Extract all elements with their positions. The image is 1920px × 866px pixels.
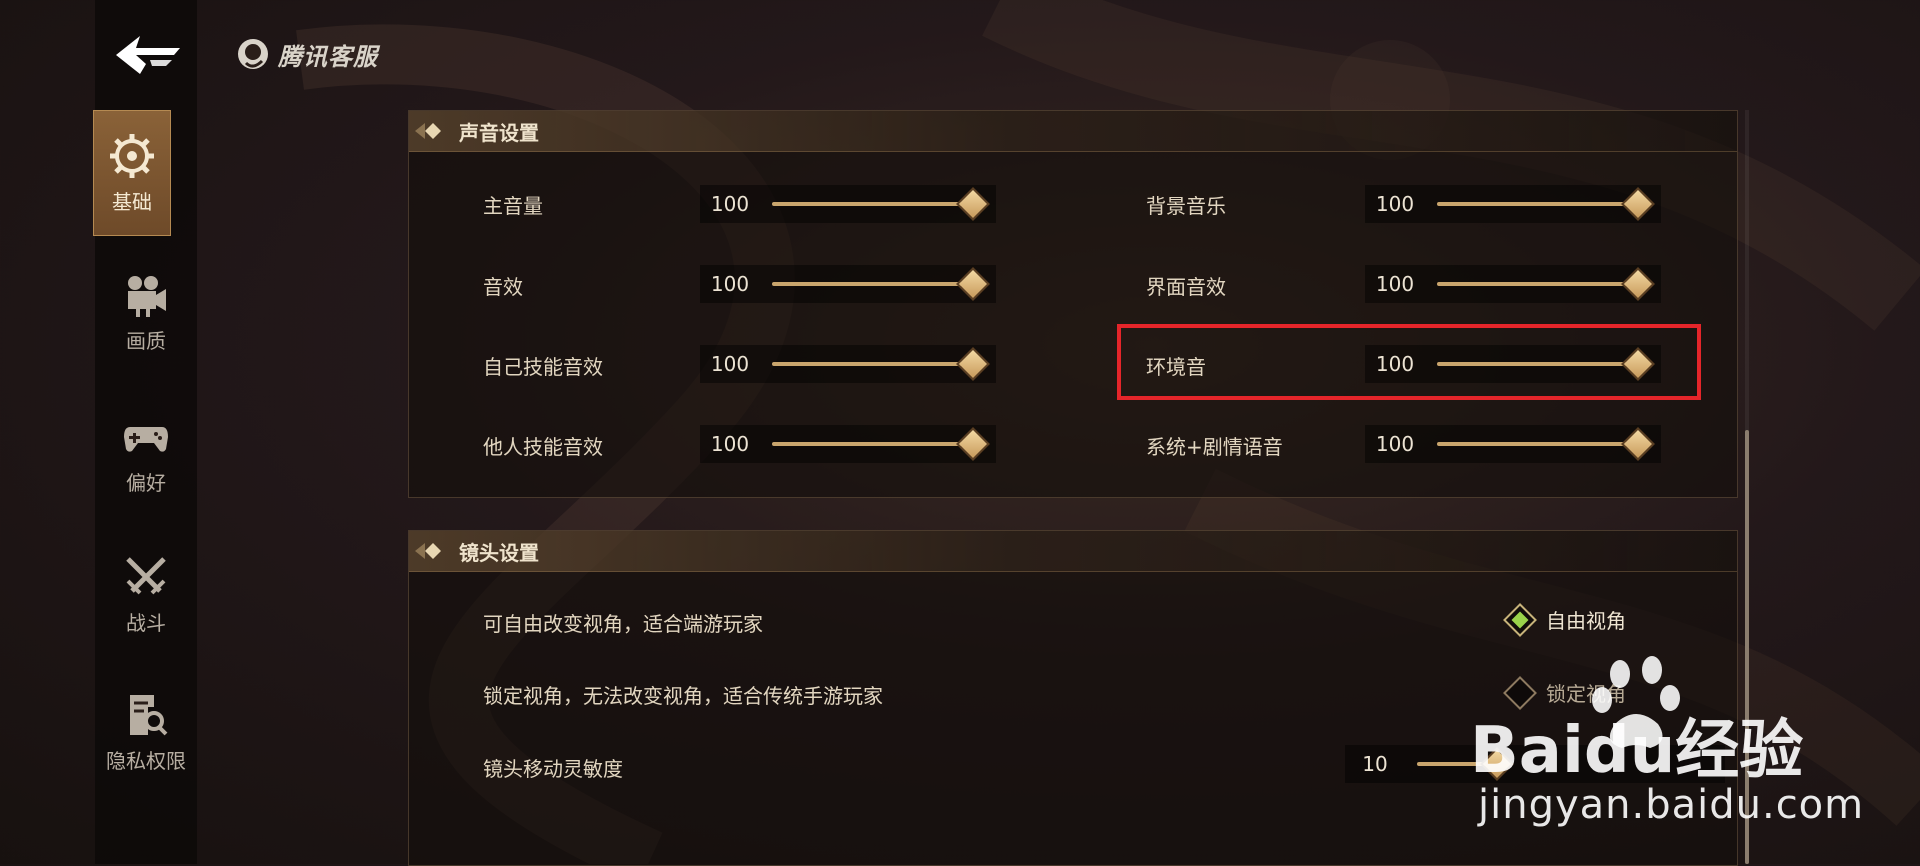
slider-track <box>1437 442 1637 446</box>
locked-view-description: 锁定视角，无法改变视角，适合传统手游玩家 <box>483 684 883 708</box>
option-label: 锁定视角 <box>1546 682 1626 706</box>
slider-track <box>1437 282 1637 286</box>
slider-label: 界面音效 <box>1146 275 1226 299</box>
slider-thumb[interactable] <box>1621 267 1655 301</box>
slider-thumb[interactable] <box>1621 187 1655 221</box>
slider-label: 主音量 <box>483 194 543 218</box>
nav-item-combat[interactable]: 战斗 <box>95 530 197 658</box>
watermark-url: jingyan.baidu.com <box>1478 782 1865 828</box>
slider-track <box>772 362 972 366</box>
others-skill-sfx-slider[interactable]: 100 <box>700 425 996 463</box>
nav-item-basic[interactable]: 基础 <box>93 110 171 236</box>
option-label: 自由视角 <box>1546 609 1626 633</box>
header-ornament-icon <box>415 543 441 559</box>
slider-value: 100 <box>710 192 750 216</box>
slider-track <box>772 442 972 446</box>
slider-thumb[interactable] <box>956 347 990 381</box>
slider-value: 100 <box>1375 432 1415 456</box>
tencent-support-logo-icon <box>238 39 268 69</box>
free-view-description: 可自由改变视角，适合端游玩家 <box>483 612 763 636</box>
sound-settings-title: 声音设置 <box>459 120 539 145</box>
nav-item-privacy[interactable]: 隐私权限 <box>95 668 197 796</box>
slider-track <box>1437 202 1637 206</box>
nav-label: 战斗 <box>126 610 166 635</box>
nav-item-graphics[interactable]: 画质 <box>95 248 197 376</box>
nav-item-preference[interactable]: 偏好 <box>95 390 197 518</box>
slider-label: 镜头移动灵敏度 <box>483 757 623 781</box>
gamepad-icon <box>124 426 168 452</box>
privacy-search-icon <box>130 694 168 735</box>
sound-settings-header: 声音设置 <box>409 111 1737 152</box>
camera-sensitivity-slider[interactable]: 10 <box>1345 745 1725 783</box>
camera-settings-title: 镜头设置 <box>459 540 539 565</box>
crossed-swords-icon <box>126 556 166 594</box>
master-volume-slider[interactable]: 100 <box>700 185 996 223</box>
self-skill-sfx-slider[interactable]: 100 <box>700 345 996 383</box>
slider-value: 100 <box>1375 192 1415 216</box>
nav-label: 基础 <box>112 189 152 214</box>
tencent-support-brand[interactable]: 腾讯客服 <box>236 34 378 74</box>
slider-label: 音效 <box>483 275 523 299</box>
back-arrow-icon[interactable] <box>110 30 186 80</box>
sfx-slider[interactable]: 100 <box>700 265 996 303</box>
gear-icon <box>110 133 154 178</box>
slider-value: 10 <box>1362 752 1388 776</box>
highlight-annotation-box <box>1117 324 1701 400</box>
locked-view-radio[interactable]: 锁定视角 <box>1503 675 1626 710</box>
nav-label: 隐私权限 <box>106 748 186 773</box>
slider-track <box>772 282 972 286</box>
header-ornament-icon <box>415 123 441 139</box>
radio-diamond-icon <box>1503 675 1537 710</box>
system-voice-slider[interactable]: 100 <box>1365 425 1661 463</box>
slider-thumb[interactable] <box>956 187 990 221</box>
slider-label: 自己技能音效 <box>483 355 603 379</box>
slider-label: 他人技能音效 <box>483 435 603 459</box>
slider-thumb[interactable] <box>1621 427 1655 461</box>
slider-thumb[interactable] <box>1480 747 1514 781</box>
slider-value: 100 <box>710 272 750 296</box>
ui-sfx-slider[interactable]: 100 <box>1365 265 1661 303</box>
slider-value: 100 <box>710 352 750 376</box>
camera-icon <box>128 275 166 317</box>
slider-value: 100 <box>710 432 750 456</box>
nav-label: 偏好 <box>126 470 166 495</box>
slider-value: 100 <box>1375 272 1415 296</box>
slider-track <box>772 202 972 206</box>
slider-thumb[interactable] <box>956 267 990 301</box>
brand-name: 腾讯客服 <box>278 42 378 71</box>
free-view-radio[interactable]: 自由视角 <box>1503 602 1626 637</box>
nav-label: 画质 <box>126 328 166 353</box>
slider-label: 背景音乐 <box>1146 194 1226 218</box>
slider-label: 系统+剧情语音 <box>1146 435 1283 459</box>
slider-thumb[interactable] <box>956 427 990 461</box>
camera-settings-header: 镜头设置 <box>409 531 1737 572</box>
bgm-slider[interactable]: 100 <box>1365 185 1661 223</box>
radio-diamond-icon <box>1503 602 1537 637</box>
